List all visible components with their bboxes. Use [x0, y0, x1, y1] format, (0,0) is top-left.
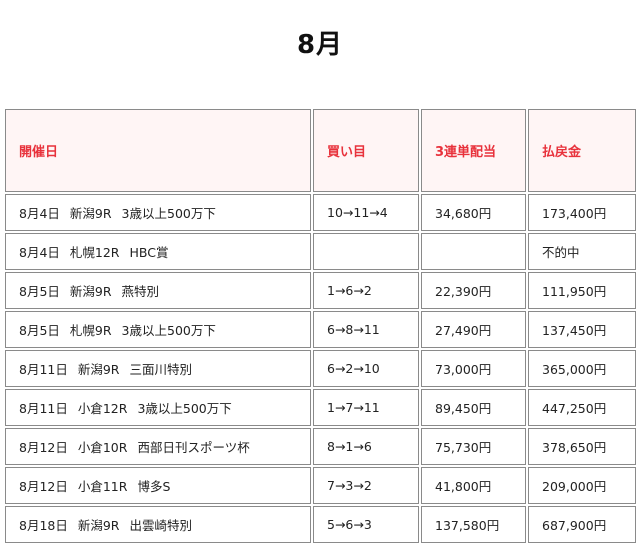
cell-race-info: 8月11日 小倉12R 3歳以上500万下	[5, 389, 311, 426]
table-body: 8月4日 新潟9R 3歳以上500万下 10→11→4 34,680円 173,400円 8…	[5, 194, 636, 543]
header-date: 開催日	[5, 109, 311, 192]
table-row: 8月4日 新潟9R 3歳以上500万下 10→11→4 34,680円 173,400円	[5, 194, 636, 231]
table-row: 8月4日 札幌12R HBC賞 不的中	[5, 233, 636, 270]
race-date: 8月12日	[19, 479, 68, 494]
table-header-row: 開催日 買い目 3連単配当 払戻金	[5, 109, 636, 192]
race-name: 出雲崎特別	[129, 518, 193, 533]
race-date: 8月5日	[19, 284, 60, 299]
race-date: 8月12日	[19, 440, 68, 455]
race-venue: 新潟9R	[77, 362, 120, 377]
cell-race-info: 8月12日 小倉10R 西部日刊スポーツ杯	[5, 428, 311, 465]
cell-dividend: 73,000円	[421, 350, 526, 387]
race-venue: 新潟9R	[69, 284, 112, 299]
race-name: 3歳以上500万下	[137, 401, 232, 416]
cell-payout: 378,650円	[528, 428, 636, 465]
cell-ticket: 6→8→11	[313, 311, 419, 348]
cell-payout: 687,900円	[528, 506, 636, 543]
cell-race-info: 8月11日 新潟9R 三面川特別	[5, 350, 311, 387]
cell-dividend: 41,800円	[421, 467, 526, 504]
cell-payout: 173,400円	[528, 194, 636, 231]
cell-ticket: 6→2→10	[313, 350, 419, 387]
table-row: 8月12日 小倉10R 西部日刊スポーツ杯 8→1→6 75,730円 378,650円	[5, 428, 636, 465]
cell-dividend: 89,450円	[421, 389, 526, 426]
header-ticket: 買い目	[313, 109, 419, 192]
cell-race-info: 8月5日 札幌9R 3歳以上500万下	[5, 311, 311, 348]
cell-dividend: 137,580円	[421, 506, 526, 543]
race-name: HBC賞	[129, 245, 169, 260]
cell-race-info: 8月4日 札幌12R HBC賞	[5, 233, 311, 270]
race-venue: 新潟9R	[69, 206, 112, 221]
cell-race-info: 8月18日 新潟9R 出雲崎特別	[5, 506, 311, 543]
table-row: 8月5日 札幌9R 3歳以上500万下 6→8→11 27,490円 137,450円	[5, 311, 636, 348]
race-name: 3歳以上500万下	[121, 323, 216, 338]
cell-race-info: 8月12日 小倉11R 博多S	[5, 467, 311, 504]
cell-dividend	[421, 233, 526, 270]
race-date: 8月5日	[19, 323, 60, 338]
cell-payout: 209,000円	[528, 467, 636, 504]
race-date: 8月18日	[19, 518, 68, 533]
race-venue: 札幌9R	[69, 323, 112, 338]
race-name: 西部日刊スポーツ杯	[137, 440, 250, 455]
cell-ticket: 1→6→2	[313, 272, 419, 309]
race-venue: 札幌12R	[69, 245, 120, 260]
page: 8月 開催日 買い目 3連単配当 払戻金 8月4日 新潟9R 3歳以上500万下 10…	[0, 0, 640, 551]
cell-dividend: 27,490円	[421, 311, 526, 348]
race-name: 3歳以上500万下	[121, 206, 216, 221]
header-dividend: 3連単配当	[421, 109, 526, 192]
race-name: 燕特別	[121, 284, 160, 299]
cell-ticket: 5→6→3	[313, 506, 419, 543]
race-date: 8月11日	[19, 401, 68, 416]
cell-ticket	[313, 233, 419, 270]
table-row: 8月11日 新潟9R 三面川特別 6→2→10 73,000円 365,000円	[5, 350, 636, 387]
cell-ticket: 8→1→6	[313, 428, 419, 465]
table-row: 8月11日 小倉12R 3歳以上500万下 1→7→11 89,450円 447,250円	[5, 389, 636, 426]
race-name: 三面川特別	[129, 362, 193, 377]
race-date: 8月4日	[19, 206, 60, 221]
cell-race-info: 8月5日 新潟9R 燕特別	[5, 272, 311, 309]
cell-payout: 111,950円	[528, 272, 636, 309]
table-row: 8月5日 新潟9R 燕特別 1→6→2 22,390円 111,950円	[5, 272, 636, 309]
cell-ticket: 10→11→4	[313, 194, 419, 231]
results-table: 開催日 買い目 3連単配当 払戻金 8月4日 新潟9R 3歳以上500万下 10→11…	[3, 107, 638, 545]
race-venue: 小倉10R	[77, 440, 128, 455]
cell-ticket: 7→3→2	[313, 467, 419, 504]
race-venue: 新潟9R	[77, 518, 120, 533]
table-row: 8月18日 新潟9R 出雲崎特別 5→6→3 137,580円 687,900円	[5, 506, 636, 543]
cell-payout: 137,450円	[528, 311, 636, 348]
cell-payout: 365,000円	[528, 350, 636, 387]
cell-payout: 447,250円	[528, 389, 636, 426]
race-name: 博多S	[137, 479, 171, 494]
race-venue: 小倉12R	[77, 401, 128, 416]
cell-race-info: 8月4日 新潟9R 3歳以上500万下	[5, 194, 311, 231]
race-venue: 小倉11R	[77, 479, 128, 494]
table-row: 8月12日 小倉11R 博多S 7→3→2 41,800円 209,000円	[5, 467, 636, 504]
page-title: 8月	[296, 30, 344, 60]
race-date: 8月11日	[19, 362, 68, 377]
cell-dividend: 75,730円	[421, 428, 526, 465]
race-date: 8月4日	[19, 245, 60, 260]
cell-dividend: 34,680円	[421, 194, 526, 231]
cell-dividend: 22,390円	[421, 272, 526, 309]
header-payout: 払戻金	[528, 109, 636, 192]
cell-ticket: 1→7→11	[313, 389, 419, 426]
cell-payout: 不的中	[528, 233, 636, 270]
